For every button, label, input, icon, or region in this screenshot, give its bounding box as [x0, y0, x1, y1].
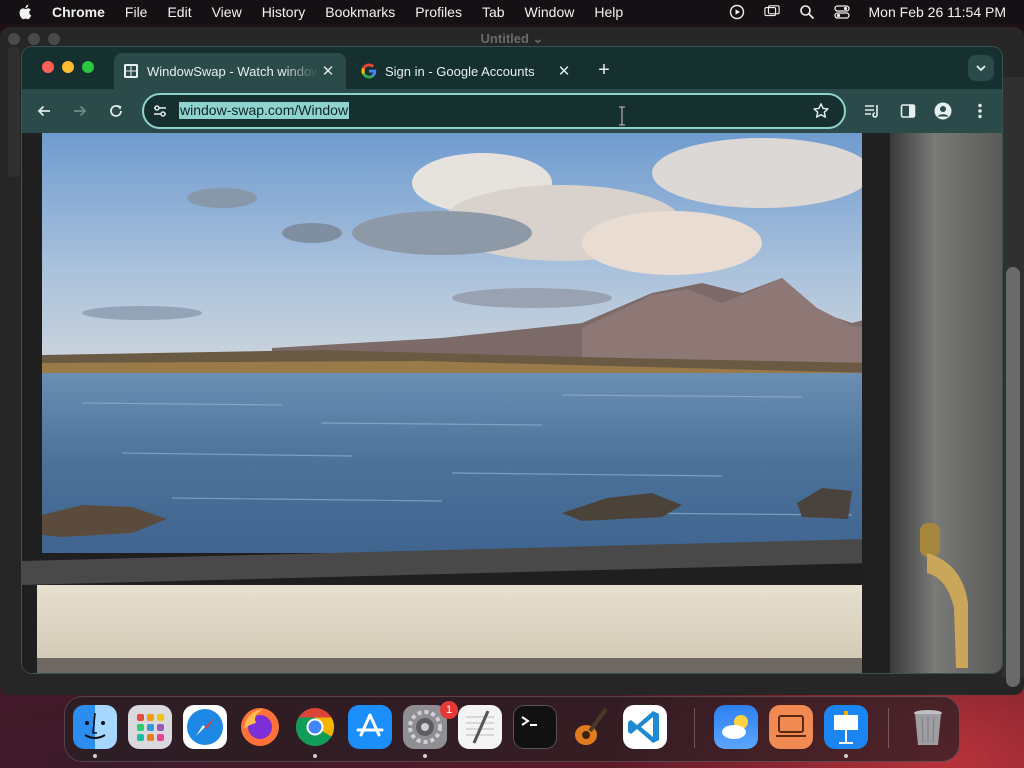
background-window-scrollbar[interactable] [1002, 77, 1024, 687]
vscode-icon[interactable] [623, 705, 667, 749]
page-content[interactable] [22, 133, 1002, 673]
tab-windowswap[interactable]: WindowSwap - Watch windows around the wo… [114, 53, 346, 89]
tab-search-button[interactable] [968, 55, 994, 81]
menu-file[interactable]: File [125, 4, 148, 20]
menu-tab[interactable]: Tab [482, 4, 505, 20]
menu-bar: Chrome File Edit View History Bookmarks … [0, 0, 1024, 24]
side-panel-icon [900, 104, 916, 118]
garageband-icon[interactable] [568, 705, 612, 749]
chrome-menu-button[interactable] [970, 101, 990, 121]
running-indicator [93, 754, 97, 758]
profile-button[interactable] [933, 101, 953, 121]
menu-history[interactable]: History [262, 4, 306, 20]
menu-profiles[interactable]: Profiles [415, 4, 462, 20]
app-menu-chrome[interactable]: Chrome [52, 4, 105, 20]
forward-icon [74, 105, 87, 117]
menu-icon [978, 103, 982, 119]
presentation-app-icon[interactable] [769, 705, 813, 749]
site-info-icon[interactable] [152, 103, 168, 119]
menu-edit[interactable]: Edit [167, 4, 191, 20]
app-store-icon[interactable] [348, 705, 392, 749]
minimize-window-icon[interactable] [62, 61, 74, 73]
chevron-down-icon [976, 65, 986, 72]
reading-list-icon [865, 105, 878, 118]
window-controls [42, 61, 94, 73]
dock-separator [694, 708, 695, 748]
back-button[interactable] [32, 99, 56, 123]
side-panel-button[interactable] [898, 101, 918, 121]
play-circle-icon[interactable] [729, 4, 745, 20]
text-cursor-icon [619, 106, 625, 126]
reading-list-button[interactable] [862, 101, 882, 121]
google-favicon [361, 63, 377, 79]
finder-icon[interactable] [73, 705, 117, 749]
running-indicator [844, 754, 848, 758]
launchpad-icon[interactable] [128, 705, 172, 749]
background-window-title[interactable]: Untitled ⌄ [0, 31, 1024, 47]
control-center-icon[interactable] [833, 4, 850, 20]
close-window-icon[interactable] [42, 61, 54, 73]
textedit-icon[interactable] [458, 705, 502, 749]
zoom-window-icon[interactable] [82, 61, 94, 73]
running-indicator [313, 754, 317, 758]
dock: 1 [64, 696, 960, 762]
tab-title: Sign in - Google Accounts [385, 63, 535, 79]
tab-strip: WindowSwap - Watch windows around the wo… [22, 47, 1002, 89]
menubar-clock[interactable]: Mon Feb 26 11:54 PM [869, 4, 1006, 20]
screen-mirroring-icon[interactable] [763, 4, 780, 20]
address-bar[interactable]: window-swap.com/Window [142, 93, 846, 129]
browser-window: WindowSwap - Watch windows around the wo… [22, 47, 1002, 673]
forward-button[interactable] [68, 99, 92, 123]
chrome-icon[interactable] [293, 705, 337, 749]
menu-bookmarks[interactable]: Bookmarks [325, 4, 395, 20]
keynote-icon[interactable] [824, 705, 868, 749]
trash-icon[interactable] [906, 705, 950, 749]
firefox-icon[interactable] [238, 705, 282, 749]
menu-window[interactable]: Window [525, 4, 575, 20]
background-window-sidebar [8, 47, 20, 177]
window-view-image [22, 133, 1002, 673]
apple-menu-icon[interactable] [17, 3, 35, 21]
weather-icon[interactable] [714, 705, 758, 749]
browser-toolbar: window-swap.com/Window [22, 89, 1002, 133]
close-tab-icon[interactable]: ✕ [318, 61, 338, 81]
bookmark-star-icon[interactable] [812, 102, 830, 120]
spotlight-search-icon[interactable] [799, 4, 815, 20]
windowswap-favicon [123, 63, 139, 79]
scrollbar-thumb[interactable] [1006, 267, 1020, 687]
tab-title: WindowSwap - Watch windows around the wo… [147, 63, 318, 79]
reload-icon [110, 105, 122, 117]
menu-view[interactable]: View [212, 4, 242, 20]
terminal-icon[interactable] [513, 705, 557, 749]
profile-icon [934, 102, 952, 120]
dock-separator [888, 708, 889, 748]
tab-google-sign-in[interactable]: Sign in - Google Accounts ✕ [352, 53, 582, 89]
notification-badge: 1 [440, 701, 458, 719]
menu-help[interactable]: Help [594, 4, 623, 20]
safari-icon[interactable] [183, 705, 227, 749]
url-text[interactable]: window-swap.com/Window [179, 102, 350, 119]
back-icon [37, 105, 50, 117]
reload-button[interactable] [104, 99, 128, 123]
running-indicator [423, 754, 427, 758]
new-tab-button[interactable]: + [592, 58, 616, 82]
close-tab-icon[interactable]: ✕ [554, 61, 574, 81]
